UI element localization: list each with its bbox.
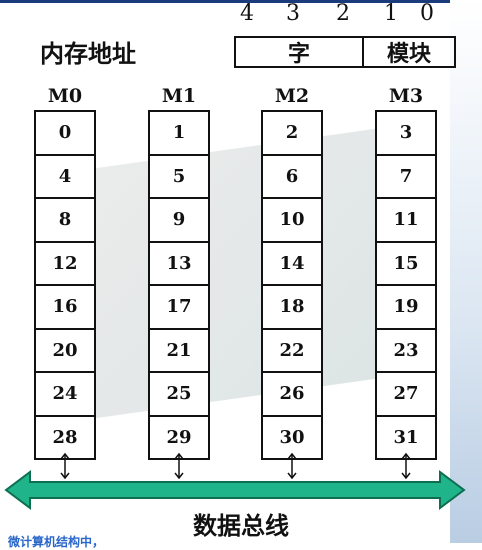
address-format-box: 字 模块	[234, 36, 456, 68]
bit-number: 4	[240, 1, 254, 26]
bit-number: 1	[384, 1, 398, 26]
module-cells: 1 5 9 13 17 21 25 29	[148, 110, 210, 460]
memory-cell: 4	[36, 155, 94, 199]
word-field: 字	[236, 38, 364, 67]
memory-cell: 10	[263, 199, 321, 243]
memory-cell: 8	[36, 199, 94, 243]
memory-cell: 12	[36, 242, 94, 286]
memory-cell: 25	[150, 373, 208, 417]
memory-cell: 17	[150, 286, 208, 330]
memory-cell: 5	[150, 155, 208, 199]
footnote-text: 微计算机结构中，	[8, 535, 105, 549]
memory-cell: 16	[36, 286, 94, 330]
memory-cell: 2	[263, 112, 321, 156]
memory-cell: 27	[377, 373, 435, 417]
memory-module-m1: M1 1 5 9 13 17 21 25 29	[148, 82, 210, 460]
memory-cell: 18	[263, 286, 321, 330]
memory-address-label: 内存地址	[40, 40, 136, 68]
memory-cell: 0	[36, 112, 94, 156]
memory-cell: 13	[150, 242, 208, 286]
bit-number: 0	[420, 1, 434, 26]
memory-module-m0: M0 0 4 8 12 16 20 24 28	[34, 82, 96, 460]
memory-cell: 22	[263, 329, 321, 373]
module-field: 模块	[386, 42, 431, 67]
memory-cell: 19	[377, 286, 435, 330]
memory-cell: 3	[377, 112, 435, 156]
module-header: M1	[161, 85, 197, 107]
memory-cell: 1	[150, 112, 208, 156]
top-rule	[0, 0, 470, 3]
memory-module-m2: M2 2 6 10 14 18 22 26 30	[261, 82, 323, 460]
slide-side-decoration	[450, 0, 482, 543]
memory-cell: 23	[377, 329, 435, 373]
bit-number: 2	[336, 1, 350, 26]
module-header: M2	[274, 85, 310, 107]
module-cells: 3 7 11 15 19 23 27 31	[375, 110, 437, 460]
memory-cell: 15	[377, 242, 435, 286]
memory-module-m3: M3 3 7 11 15 19 23 27 31	[375, 82, 437, 460]
module-header: M0	[47, 85, 83, 107]
memory-cell: 9	[150, 199, 208, 243]
memory-cell: 14	[263, 242, 321, 286]
memory-cell: 20	[36, 329, 94, 373]
memory-cell: 7	[377, 155, 435, 199]
memory-cell: 11	[377, 199, 435, 243]
module-cells: 2 6 10 14 18 22 26 30	[261, 110, 323, 460]
module-header: M3	[388, 85, 424, 107]
memory-cell: 26	[263, 373, 321, 417]
memory-cell: 21	[150, 329, 208, 373]
data-bus-arrow	[4, 470, 466, 510]
motherboard-watermark-image	[60, 126, 390, 424]
module-cells: 0 4 8 12 16 20 24 28	[34, 110, 96, 460]
memory-cell: 24	[36, 373, 94, 417]
memory-cell: 6	[263, 155, 321, 199]
bit-number: 3	[286, 1, 300, 26]
